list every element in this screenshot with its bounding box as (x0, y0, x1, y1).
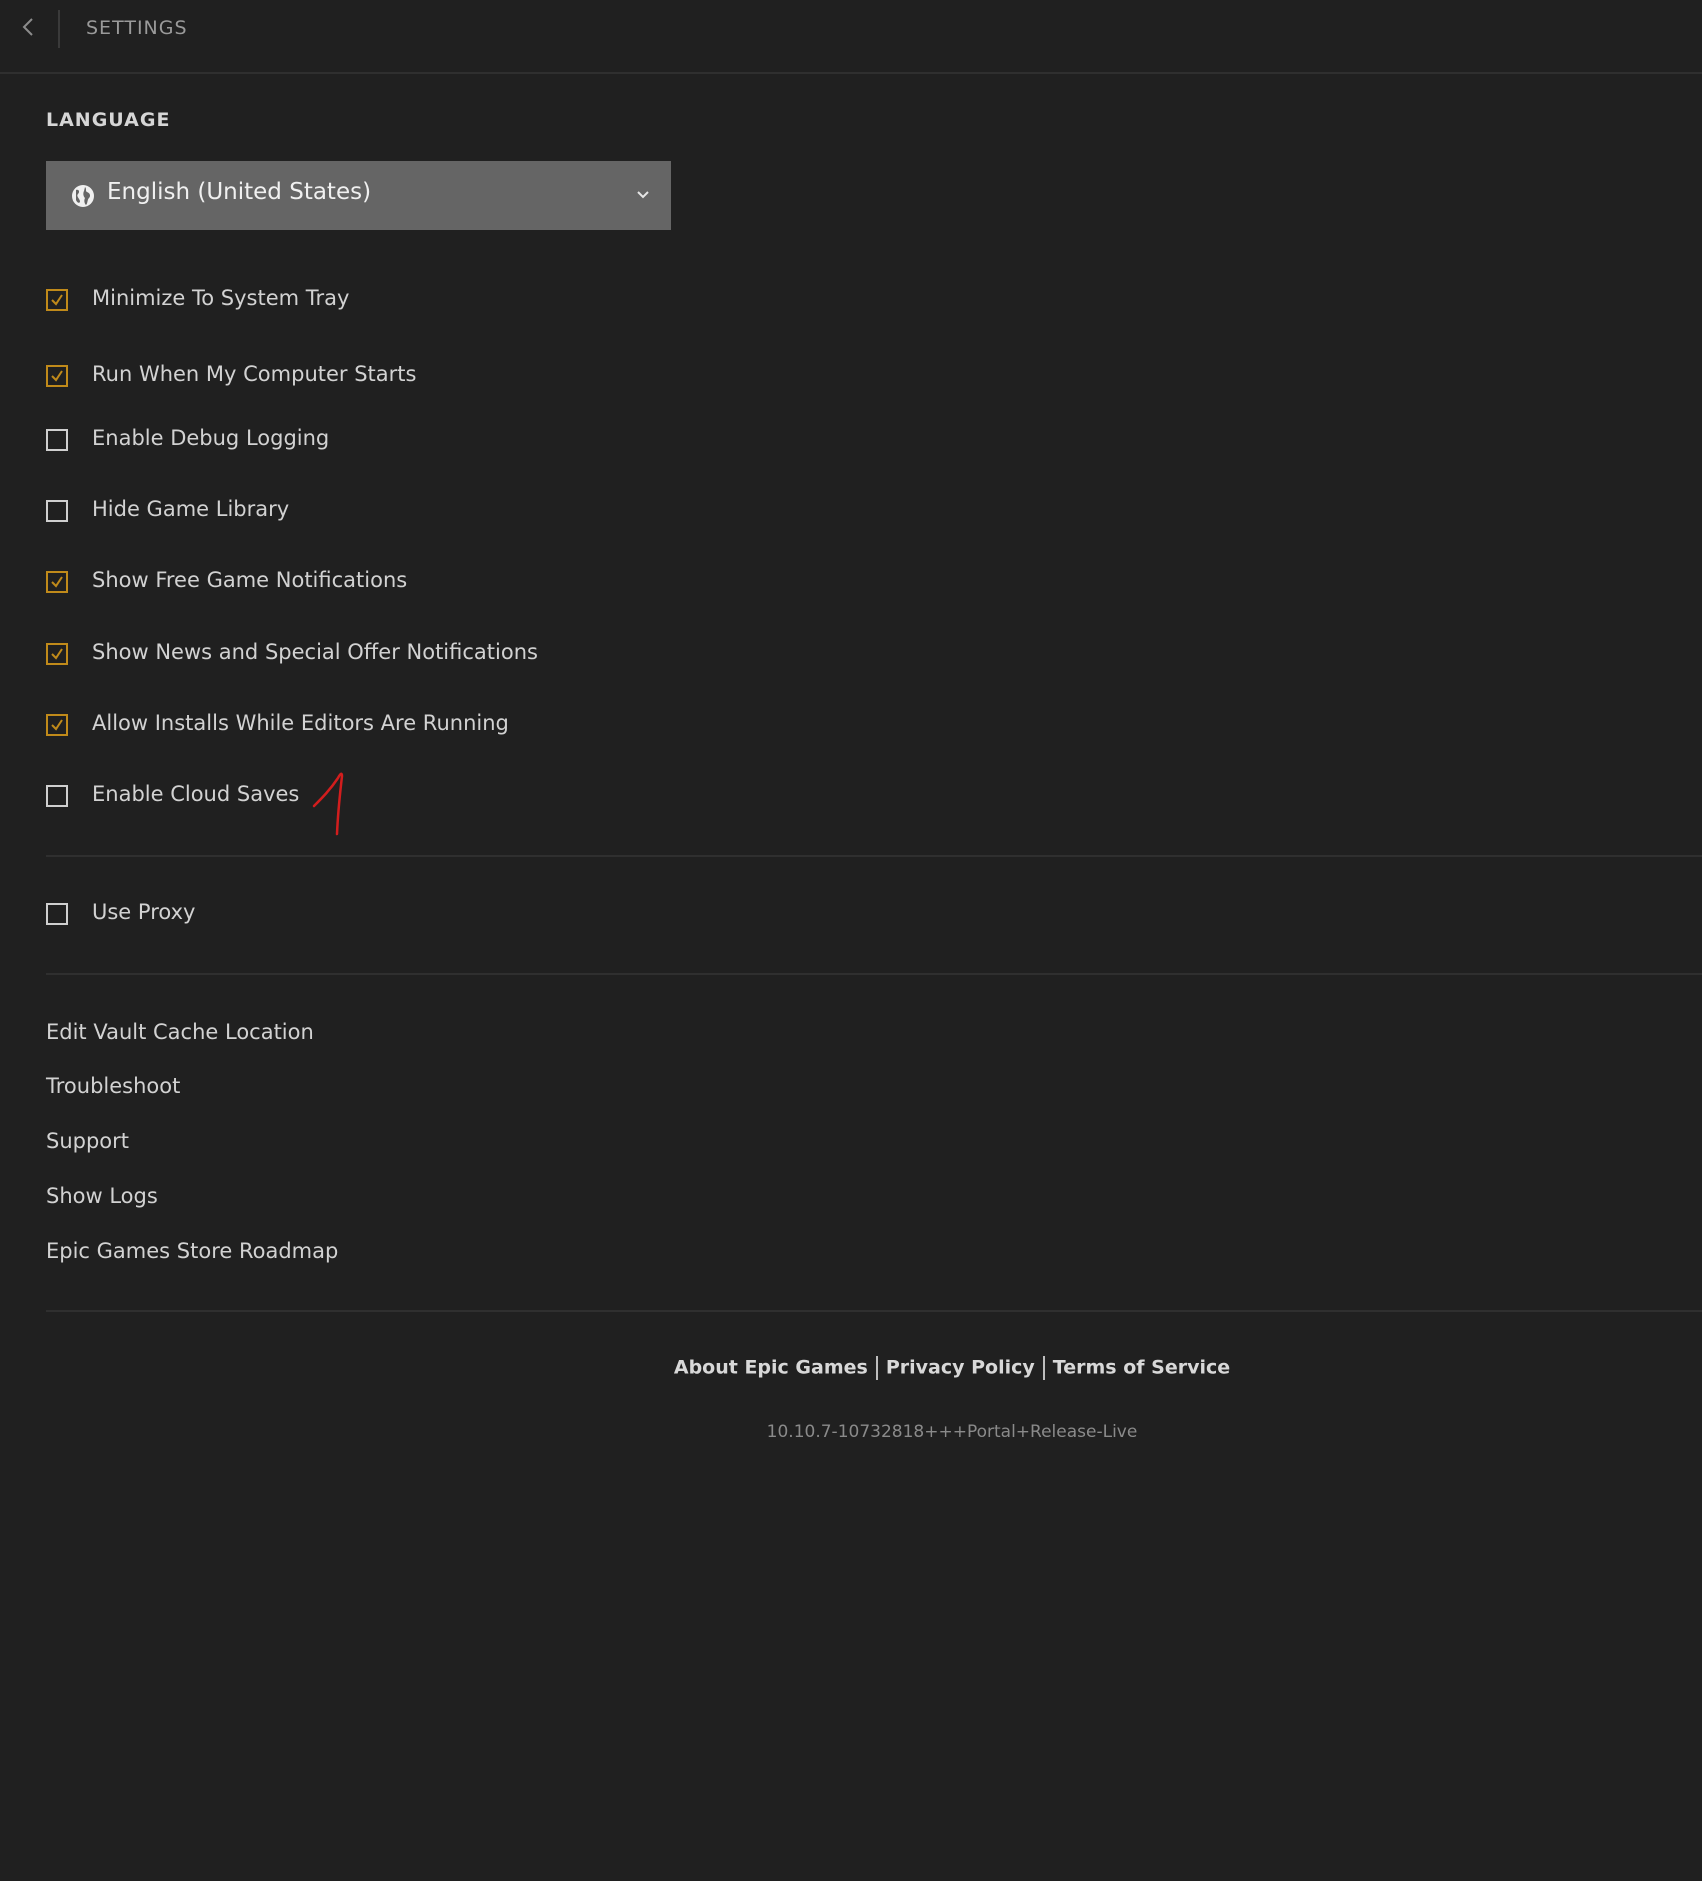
language-dropdown[interactable]: English (United States) (46, 161, 671, 230)
option-label: Run When My Computer Starts (92, 362, 417, 386)
checkbox-unchecked[interactable] (46, 903, 68, 925)
header-divider (58, 10, 60, 48)
checkbox-checked[interactable] (46, 289, 68, 311)
link-show-logs[interactable]: Show Logs (46, 1184, 158, 1208)
checkbox-unchecked[interactable] (46, 500, 68, 522)
checkbox-checked[interactable] (46, 714, 68, 736)
checkmark-icon (51, 370, 63, 382)
link-terms-of-service[interactable]: Terms of Service (1053, 1357, 1230, 1379)
footer-separator (1042, 1356, 1045, 1380)
checkbox-checked[interactable] (46, 571, 68, 593)
checkmark-icon (51, 576, 63, 588)
section-divider (46, 1310, 1702, 1312)
link-store-roadmap[interactable]: Epic Games Store Roadmap (46, 1239, 338, 1263)
link-about-epic-games[interactable]: About Epic Games (674, 1357, 868, 1379)
version-text: 10.10.7-10732818+++Portal+Release-Live (766, 1422, 1138, 1442)
page-title: SETTINGS (86, 17, 188, 39)
section-divider (46, 855, 1702, 857)
link-privacy-policy[interactable]: Privacy Policy (886, 1357, 1035, 1379)
checkmark-icon (51, 648, 63, 660)
option-label: Enable Cloud Saves (92, 782, 300, 806)
option-label: Show Free Game Notifications (92, 568, 408, 592)
link-troubleshoot[interactable]: Troubleshoot (46, 1074, 180, 1098)
settings-header: SETTINGS (0, 0, 1702, 74)
chevron-down-icon (637, 191, 649, 199)
link-edit-vault-cache[interactable]: Edit Vault Cache Location (46, 1020, 314, 1044)
checkbox-unchecked[interactable] (46, 429, 68, 451)
option-label: Enable Debug Logging (92, 426, 330, 450)
checkmark-icon (51, 719, 63, 731)
option-label: Hide Game Library (92, 497, 290, 521)
checkbox-unchecked[interactable] (46, 785, 68, 807)
option-label: Minimize To System Tray (92, 286, 350, 310)
checkbox-checked[interactable] (46, 643, 68, 665)
link-support[interactable]: Support (46, 1129, 129, 1153)
language-section-label: LANGUAGE (46, 109, 171, 131)
globe-icon (72, 185, 94, 207)
option-label: Show News and Special Offer Notification… (92, 640, 538, 664)
footer-links: About Epic Games Privacy Policy Terms of S… (0, 1356, 1702, 1380)
section-divider (46, 973, 1702, 975)
checkmark-icon (51, 294, 63, 306)
option-label: Use Proxy (92, 900, 196, 924)
option-label: Allow Installs While Editors Are Running (92, 711, 509, 735)
handwritten-annotation-mark (312, 772, 344, 836)
checkbox-checked[interactable] (46, 365, 68, 387)
footer-separator (875, 1356, 878, 1380)
back-button[interactable] (14, 12, 44, 42)
language-selected-value: English (United States) (107, 179, 372, 205)
chevron-left-icon (22, 18, 33, 36)
